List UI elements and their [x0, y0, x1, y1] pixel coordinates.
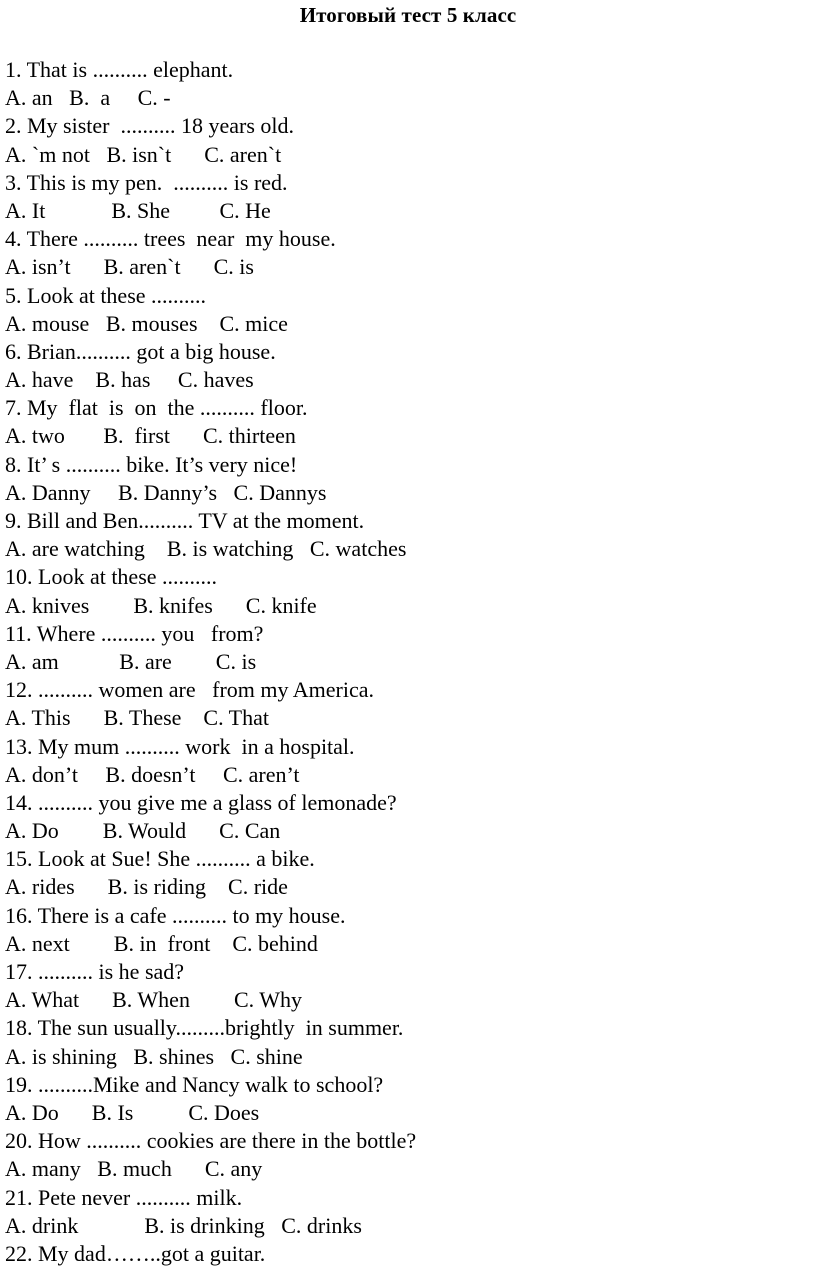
question-options-21: A. drink B. is drinking C. drinks — [5, 1212, 362, 1238]
question-options-15: A. rides B. is riding C. ride — [5, 874, 288, 900]
question-prompt-1: 1. That is .......... elephant. — [5, 57, 234, 82]
question-prompt-8: 8. It’ s .......... bike. It’s very nice… — [5, 451, 298, 477]
question-prompt-20: 20. How .......... cookies are there in … — [5, 1128, 417, 1154]
question-options-19: A. Do B. Is C. Does — [5, 1099, 260, 1125]
question-options-13: A. don’t B. doesn’t C. aren’t — [5, 761, 300, 787]
page-title: Итоговый тест 5 класс — [299, 3, 517, 27]
question-options-3: A. It B. She C. He — [5, 197, 271, 223]
question-prompt-9: 9. Bill and Ben.......... TV at the mome… — [5, 508, 365, 533]
question-prompt-12: 12. .......... women are from my America… — [5, 677, 375, 703]
question-prompt-22: 22. My dad……..got a guitar. — [5, 1240, 266, 1266]
question-options-16: A. next B. in front C. behind — [5, 930, 318, 956]
question-prompt-17: 17. .......... is he sad? — [5, 959, 185, 984]
question-prompt-3: 3. This is my pen. .......... is red. — [5, 169, 288, 195]
question-prompt-21: 21. Pete never .......... milk. — [5, 1184, 243, 1210]
question-options-11: A. am B. are C. is — [5, 648, 257, 674]
question-options-10: A. knives B. knifes C. knife — [5, 592, 317, 618]
question-prompt-15: 15. Look at Sue! She .......... a bike. — [5, 846, 315, 872]
test-document-page: Итоговый тест 5 класс 1. That is .......… — [0, 0, 816, 1266]
question-prompt-13: 13. My mum .......... work in a hospital… — [5, 733, 355, 759]
question-options-4: A. isn’t B. aren`t C. is — [5, 254, 254, 280]
question-prompt-19: 19. ..........Mike and Nancy walk to sch… — [5, 1071, 384, 1097]
question-prompt-10: 10. Look at these .......... — [5, 564, 218, 590]
question-options-14: A. Do B. Would C. Can — [5, 818, 281, 844]
question-options-6: A. have B. has C. haves — [5, 367, 254, 393]
question-options-5: A. mouse B. mouses C. mice — [5, 310, 288, 336]
question-prompt-4: 4. There .......... trees near my house. — [5, 226, 336, 252]
questions-list: 1. That is .......... elephant. A. an B.… — [5, 56, 805, 1268]
question-options-18: A. is shining B. shines C. shine — [5, 1043, 303, 1069]
question-options-1: A. an B. a C. - — [5, 85, 171, 111]
question-prompt-5: 5. Look at these .......... — [5, 282, 207, 308]
question-prompt-6: 6. Brian.......... got a big house. — [5, 338, 276, 364]
question-prompt-18: 18. The sun usually.........brightly in … — [5, 1015, 404, 1041]
question-options-17: A. What B. When C. Why — [5, 987, 302, 1013]
question-prompt-16: 16. There is a cafe .......... to my hou… — [5, 902, 346, 928]
question-options-9: A. are watching B. is watching C. watche… — [5, 536, 407, 562]
question-options-12: A. This B. These C. That — [5, 705, 269, 731]
question-options-2: A. `m not B. isn`t C. aren`t — [5, 141, 282, 167]
question-prompt-11: 11. Where .......... you from? — [5, 620, 264, 646]
question-prompt-14: 14. .......... you give me a glass of le… — [5, 789, 397, 815]
question-options-8: A. Danny B. Danny’s C. Dannys — [5, 479, 327, 505]
question-options-20: A. many B. much C. any — [5, 1156, 263, 1182]
question-options-7: A. two B. first C. thirteen — [5, 423, 296, 449]
question-prompt-2: 2. My sister .......... 18 years old. — [5, 113, 295, 139]
question-prompt-7: 7. My flat is on the .......... floor. — [5, 395, 308, 421]
